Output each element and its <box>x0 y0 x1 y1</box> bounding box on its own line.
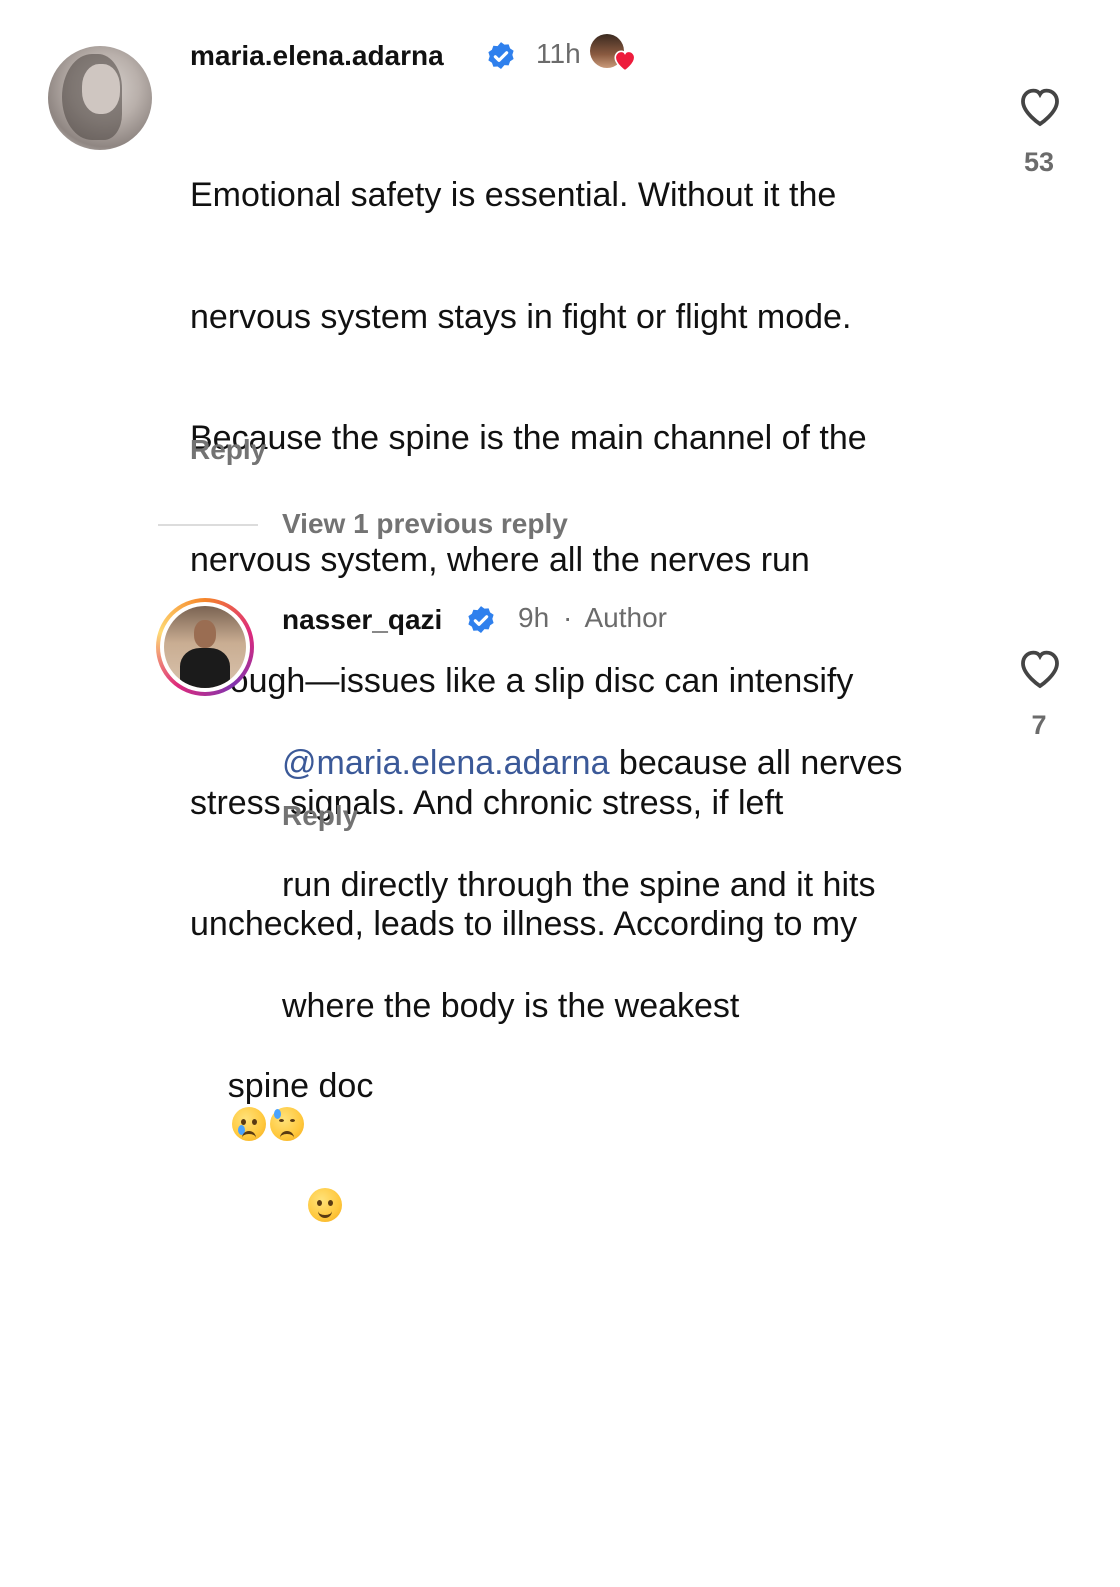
comment-username[interactable]: maria.elena.adarna <box>190 40 444 72</box>
verified-badge-icon <box>468 606 494 634</box>
mention-username: maria.elena.adarna <box>316 744 610 782</box>
downcast-sweat-face-emoji <box>269 1106 304 1141</box>
reply-text: @maria.elena.adarna because all nerves r… <box>282 662 902 1067</box>
meta-separator: · <box>562 602 573 633</box>
comment-line: nervous system, where all the nerves run <box>190 540 810 579</box>
emoji-mouth <box>279 1130 294 1139</box>
reply-line: where the body is the weakest <box>282 987 740 1025</box>
reply-username[interactable]: nasser_qazi <box>282 604 442 636</box>
comment-last-line: spine doc <box>190 1026 867 1547</box>
emoji-mouth <box>241 1130 256 1139</box>
hugging-face-emoji <box>307 1187 342 1222</box>
avatar-head <box>194 620 216 648</box>
comment-like-count: 53 <box>1023 147 1055 177</box>
emoji-eye <box>240 1118 246 1125</box>
emoji-mouth <box>317 1210 332 1218</box>
emoji-eye <box>278 1118 284 1122</box>
reply-avatar <box>164 606 246 688</box>
replies-divider <box>158 524 258 526</box>
emoji-eye <box>327 1199 333 1206</box>
comment-line: nervous system stays in fight or flight … <box>190 297 852 336</box>
view-previous-replies-button[interactable]: View 1 previous reply <box>282 508 568 540</box>
reply-time: 9h <box>518 602 550 633</box>
reply-line: run directly through the spine and it hi… <box>282 865 876 904</box>
reply-line: because all nerves <box>609 744 903 782</box>
reply-like-heart-icon[interactable] <box>1016 646 1064 690</box>
emoji-eye <box>251 1118 257 1125</box>
emoji-eye <box>316 1199 322 1206</box>
reply-like-count: 7 <box>1031 710 1047 740</box>
avatar-face <box>82 64 120 114</box>
reply-meta: 9h · Author <box>518 602 667 634</box>
avatar-body <box>180 648 230 688</box>
author-badge: Author <box>584 602 668 633</box>
author-liked-heart-icon <box>614 50 636 72</box>
verified-badge-icon <box>488 42 514 70</box>
avatar[interactable] <box>48 46 152 150</box>
comment-line: spine doc <box>227 1067 374 1105</box>
comment-line: Because the spine is the main channel of… <box>190 419 867 457</box>
reply-reply-button[interactable]: Reply <box>282 800 358 832</box>
emoji-sweat <box>273 1108 281 1119</box>
comment-time: 11h <box>536 38 581 69</box>
mention-link[interactable]: @maria.elena.adarna <box>282 744 609 782</box>
comment-like-heart-icon[interactable] <box>1016 84 1064 128</box>
emoji-eye <box>289 1118 295 1122</box>
reply-avatar-story-ring[interactable] <box>156 598 254 696</box>
threads-icon: @ <box>282 744 317 782</box>
reply-first-line: @maria.elena.adarna because all nerves <box>282 743 902 784</box>
crying-face-emoji <box>231 1106 266 1141</box>
comment-reply-button[interactable]: Reply <box>190 434 266 466</box>
comment-line: Emotional safety is essential. Without i… <box>190 176 837 214</box>
